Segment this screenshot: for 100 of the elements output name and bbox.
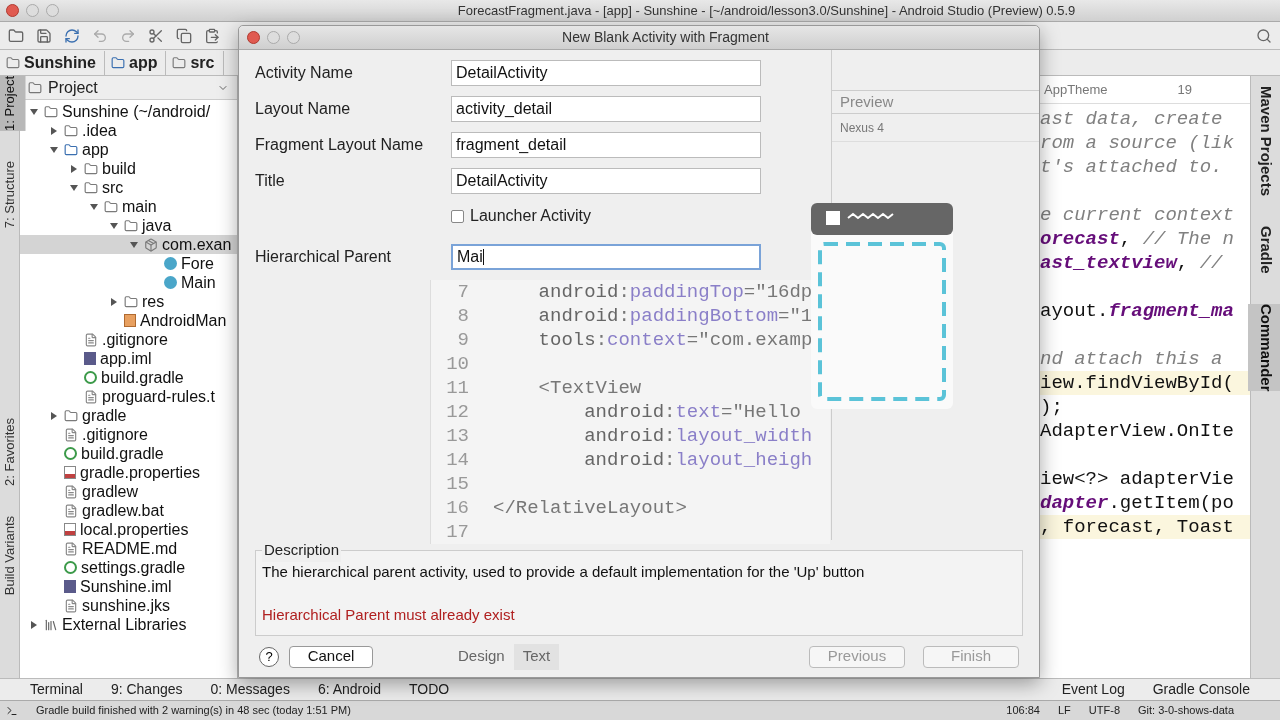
encoding[interactable]: UTF-8: [1088, 702, 1120, 719]
expanded-arrow-icon[interactable]: [109, 220, 119, 231]
file-icon: [84, 389, 98, 404]
tree-item[interactable]: gradlew: [48, 482, 139, 501]
folder-icon: [84, 180, 98, 195]
editor-tab[interactable]: Design: [449, 643, 514, 670]
expanded-arrow-icon[interactable]: [89, 201, 99, 212]
checkbox[interactable]: [451, 209, 464, 223]
collapsed-arrow-icon[interactable]: [49, 125, 59, 136]
close-window-button[interactable]: [6, 4, 19, 17]
tree-item[interactable]: build.gradle: [48, 444, 164, 463]
code-line: android:paddingTop="16dp: [537, 280, 813, 304]
code-line: e current context: [1040, 203, 1235, 227]
line-number: 16: [445, 496, 470, 520]
tree-item[interactable]: build: [68, 159, 136, 178]
text-field[interactable]: Mai: [451, 244, 761, 270]
expanded-arrow-icon[interactable]: [29, 106, 39, 117]
tree-item[interactable]: main: [88, 197, 157, 216]
expanded-arrow-icon[interactable]: [49, 144, 59, 155]
expanded-arrow-icon[interactable]: [69, 182, 79, 193]
tree-item[interactable]: res: [108, 292, 165, 311]
tree-item[interactable]: .idea: [48, 121, 117, 140]
collapsed-arrow-icon[interactable]: [109, 296, 119, 307]
tool-window-tab[interactable]: Maven Projects: [1248, 86, 1280, 197]
tree-item[interactable]: proguard-rules.t: [68, 387, 215, 406]
tree-item[interactable]: com.exan: [128, 235, 232, 254]
text-field[interactable]: activity_detail: [451, 96, 761, 122]
tool-window-button[interactable]: 9: Changes: [110, 679, 183, 700]
text-field[interactable]: DetailActivity: [451, 60, 761, 86]
tree-item[interactable]: app.iml: [68, 349, 152, 368]
tree-item[interactable]: Main: [148, 273, 216, 292]
class-icon: [164, 257, 177, 270]
tool-window-tab[interactable]: 1: Project: [0, 76, 26, 131]
tree-item[interactable]: java: [108, 216, 172, 235]
caret-position[interactable]: 106:84: [1006, 702, 1040, 719]
status-message: Gradle build finished with 2 warning(s) in 48 sec (today 1:51 PM): [36, 703, 351, 719]
tree-item[interactable]: gradlew.bat: [48, 501, 164, 520]
copy-icon[interactable]: [176, 27, 192, 44]
text-field[interactable]: DetailActivity: [451, 168, 761, 194]
tree-item[interactable]: Fore: [148, 254, 214, 273]
text-field[interactable]: fragment_detail: [451, 132, 761, 158]
api-level-selector[interactable]: 19: [1177, 79, 1193, 100]
folder-icon: [104, 199, 118, 214]
breadcrumb-item[interactable]: src: [172, 50, 224, 75]
checkbox-label: Launcher Activity: [470, 206, 591, 226]
tool-window-button[interactable]: TODO: [408, 679, 450, 700]
tree-item[interactable]: Sunshine.iml: [48, 577, 172, 596]
tree-item[interactable]: gradle: [48, 406, 127, 425]
code-line: ayout.fragment_ma: [1040, 299, 1235, 323]
tool-window-button[interactable]: Event Log: [1061, 679, 1125, 700]
tool-window-button[interactable]: 0: Messages: [210, 679, 290, 700]
tool-window-button[interactable]: 6: Android: [317, 679, 381, 700]
editor-tab[interactable]: Text: [513, 643, 560, 670]
file-icon: [84, 332, 98, 347]
cut-icon[interactable]: [148, 27, 164, 44]
tool-window-tab[interactable]: 2: Favorites: [0, 418, 26, 487]
tool-window-tab[interactable]: Gradle: [1248, 226, 1280, 274]
field-label: Activity Name: [255, 63, 354, 83]
tool-window-tab[interactable]: 7: Structure: [0, 160, 26, 229]
vcs-branch[interactable]: Git: 3-0-shows-data: [1138, 702, 1234, 719]
tree-item[interactable]: settings.gradle: [48, 558, 186, 577]
tree-item[interactable]: External Libraries: [28, 615, 187, 634]
cancel-button[interactable]: Cancel: [289, 645, 373, 668]
tree-item[interactable]: sunshine.jks: [48, 596, 171, 615]
sync-icon[interactable]: [64, 27, 80, 44]
tool-window-button[interactable]: Gradle Console: [1152, 679, 1250, 700]
module-file-icon: [64, 580, 76, 593]
tree-item[interactable]: README.md: [48, 539, 178, 558]
paste-icon[interactable]: [204, 27, 220, 44]
breadcrumb-item[interactable]: app: [111, 50, 167, 75]
search-icon[interactable]: [1256, 27, 1272, 44]
open-folder-icon[interactable]: [8, 27, 24, 44]
tree-item[interactable]: app: [48, 140, 109, 159]
collapsed-arrow-icon[interactable]: [29, 619, 39, 630]
device-selector[interactable]: Nexus 4: [840, 118, 885, 137]
expanded-arrow-icon[interactable]: [129, 239, 139, 250]
tree-item[interactable]: .gitignore: [68, 330, 168, 349]
line-separator[interactable]: LF: [1058, 702, 1071, 719]
tree-item[interactable]: gradle.properties: [48, 463, 201, 482]
collapsed-arrow-icon[interactable]: [49, 410, 59, 421]
package-icon: [144, 237, 158, 252]
tool-window-tab[interactable]: Build Variants: [0, 516, 26, 596]
tree-item[interactable]: Sunshine (~/android/: [28, 102, 211, 121]
tree-item[interactable]: build.gradle: [68, 368, 184, 387]
tree-item[interactable]: AndroidMan: [108, 311, 227, 330]
file-icon: [64, 598, 78, 613]
close-window-button[interactable]: [247, 31, 260, 44]
folder-icon: [84, 161, 98, 176]
tree-item[interactable]: src: [68, 178, 124, 197]
class-icon: [164, 276, 177, 289]
tool-window-button[interactable]: Terminal: [30, 679, 83, 700]
tool-window-tab[interactable]: Commander: [1248, 303, 1280, 392]
theme-selector[interactable]: AppTheme: [1044, 79, 1108, 100]
help-button[interactable]: ?: [259, 646, 279, 667]
breadcrumb-item[interactable]: Sunshine: [6, 50, 105, 75]
tree-item[interactable]: local.properties: [48, 520, 189, 539]
tree-item[interactable]: .gitignore: [48, 425, 148, 444]
save-icon[interactable]: [36, 27, 52, 44]
collapsed-arrow-icon[interactable]: [69, 163, 79, 174]
code-line: </RelativeLayout>: [493, 496, 687, 520]
